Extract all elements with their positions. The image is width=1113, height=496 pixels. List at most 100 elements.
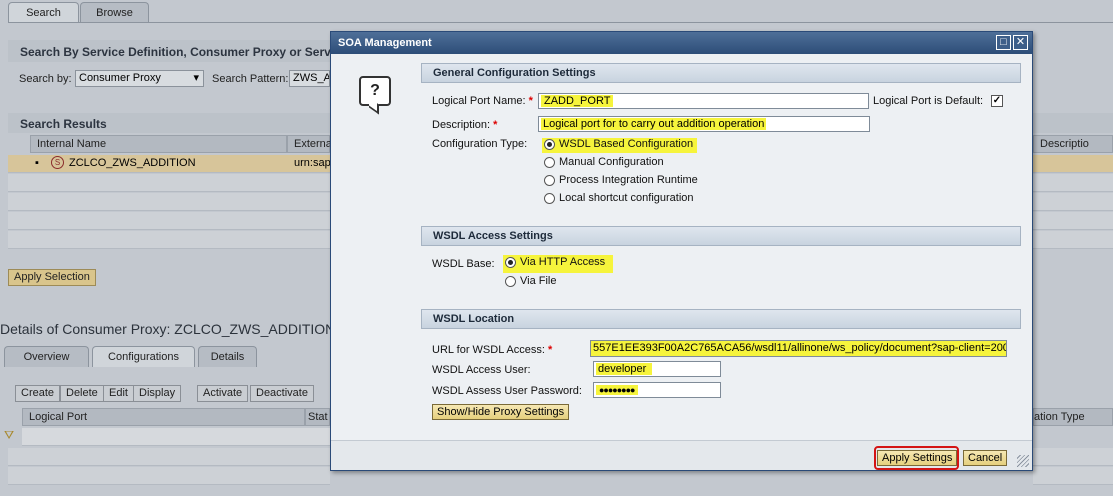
radio-button: [544, 156, 555, 168]
cancel-button[interactable]: Cancel: [963, 450, 1008, 466]
close-icon[interactable]: ✕: [1013, 35, 1028, 50]
table-row[interactable]: [8, 448, 330, 466]
column-external[interactable]: Externa: [287, 135, 332, 153]
description-value: Logical port for to carry out addition o…: [541, 118, 767, 130]
radio-label: Via File: [520, 275, 557, 288]
wsdl-access-header: WSDL Access Settings: [421, 226, 1021, 246]
table-row[interactable]: [8, 193, 330, 211]
search-by-select[interactable]: Consumer Proxy ▾: [75, 70, 204, 87]
tab-overview[interactable]: Overview: [4, 346, 89, 367]
configuration-type-label: Configuration Type:: [432, 138, 528, 150]
table-row[interactable]: [1033, 212, 1113, 230]
radio-button: [544, 174, 555, 186]
column-configuration-type[interactable]: ation Type: [1033, 408, 1113, 426]
radio-label: Manual Configuration: [559, 156, 664, 169]
default-label: Logical Port is Default:: [873, 95, 984, 107]
bullet-icon: ▪: [35, 157, 39, 169]
column-description[interactable]: Descriptio: [1033, 135, 1113, 153]
user-value: developer: [596, 363, 653, 375]
radio-wsdl-based[interactable]: WSDL Based Configuration: [542, 138, 698, 153]
search-panel-title: Search By Service Definition, Consumer P…: [20, 45, 348, 59]
radio-local-shortcut[interactable]: Local shortcut configuration: [544, 192, 694, 206]
table-row[interactable]: [1033, 231, 1113, 249]
edit-button[interactable]: Edit: [103, 385, 134, 402]
search-by-label: Search by:: [19, 73, 72, 85]
required-mark: *: [493, 119, 498, 131]
required-mark: *: [547, 344, 553, 356]
column-logical-port[interactable]: Logical Port: [22, 408, 305, 426]
password-label: WSDL Assess User Password:: [432, 385, 582, 397]
radio-button: [544, 138, 555, 150]
logical-port-value: ZADD_PORT: [541, 95, 614, 107]
dialog-title-bar[interactable]: SOA Management: [331, 32, 1032, 54]
user-label: WSDL Access User:: [432, 364, 531, 376]
search-by-value: Consumer Proxy: [79, 72, 161, 84]
activate-button[interactable]: Activate: [197, 385, 249, 402]
password-value: ●●●●●●●●: [596, 385, 638, 395]
tab-configurations[interactable]: Configurations: [92, 346, 195, 367]
logical-port-input[interactable]: ZADD_PORT: [538, 93, 869, 109]
default-checkbox[interactable]: ✓: [991, 95, 1003, 107]
chevron-down-icon: ▾: [193, 72, 199, 84]
radio-label: Via HTTP Access: [520, 256, 606, 269]
tab-strip-divider: [8, 22, 1113, 23]
tab-browse[interactable]: Browse: [80, 2, 149, 23]
display-button[interactable]: Display: [133, 385, 182, 402]
radio-via-file[interactable]: Via File: [505, 275, 556, 289]
radio-via-http[interactable]: Via HTTP Access: [503, 255, 614, 273]
url-label: URL for WSDL Access: *: [432, 344, 553, 356]
maximize-icon[interactable]: □: [996, 35, 1011, 50]
help-question-icon: ?: [359, 76, 391, 106]
radio-label: Local shortcut configuration: [559, 192, 694, 205]
radio-button: [544, 192, 555, 204]
radio-process-integration[interactable]: Process Integration Runtime: [544, 174, 698, 188]
radio-manual[interactable]: Manual Configuration: [544, 156, 664, 170]
filter-icon[interactable]: ⛛: [4, 428, 20, 446]
apply-selection-button[interactable]: Apply Selection: [8, 269, 96, 286]
results-panel-title: Search Results: [20, 117, 107, 131]
user-input[interactable]: developer: [593, 361, 721, 377]
search-pattern-label: Search Pattern:: [212, 73, 289, 85]
password-input[interactable]: ●●●●●●●●: [593, 382, 721, 398]
delete-button[interactable]: Delete: [60, 385, 104, 402]
description-input[interactable]: Logical port for to carry out addition o…: [538, 116, 870, 132]
service-icon: S: [51, 156, 64, 169]
table-row[interactable]: [8, 231, 330, 249]
search-pattern-input[interactable]: ZWS_A: [289, 70, 330, 87]
description-label: Description: *: [432, 119, 498, 131]
radio-button: [505, 256, 516, 268]
table-row[interactable]: [8, 174, 330, 192]
required-mark: *: [528, 95, 533, 107]
column-status[interactable]: Stat: [305, 408, 330, 426]
wsdl-location-header: WSDL Location: [421, 309, 1021, 329]
show-hide-proxy-button[interactable]: Show/Hide Proxy Settings: [432, 404, 570, 420]
url-input[interactable]: 557E1EE393F00A2C765ACA56/wsdl11/allinone…: [590, 340, 1007, 357]
table-row-right[interactable]: [1033, 155, 1113, 173]
general-settings-header: General Configuration Settings: [421, 63, 1021, 83]
radio-button: [505, 275, 516, 287]
row-internal-name: ZCLCO_ZWS_ADDITION: [69, 157, 196, 169]
resize-grip-icon[interactable]: [1017, 455, 1029, 467]
table-row[interactable]: [1033, 467, 1113, 485]
table-row[interactable]: [1033, 193, 1113, 211]
apply-settings-button[interactable]: Apply Settings: [877, 450, 958, 466]
tab-details[interactable]: Details: [198, 346, 257, 367]
details-title: Details of Consumer Proxy: ZCLCO_ZWS_ADD…: [0, 321, 336, 337]
create-button[interactable]: Create: [15, 385, 61, 402]
logical-port-label: Logical Port Name: *: [432, 95, 533, 107]
radio-label: Process Integration Runtime: [559, 174, 698, 187]
table-row[interactable]: [1033, 174, 1113, 192]
dialog-title: SOA Management: [338, 37, 432, 49]
wsdl-base-label: WSDL Base:: [432, 258, 495, 270]
column-internal-name[interactable]: Internal Name: [30, 135, 287, 153]
filter-row[interactable]: [22, 428, 330, 446]
row-external: urn:sap: [294, 157, 331, 169]
deactivate-button[interactable]: Deactivate: [250, 385, 314, 402]
soa-management-dialog: SOA Management □ ✕ ? General Configurati…: [330, 31, 1033, 471]
radio-label: WSDL Based Configuration: [559, 138, 694, 151]
table-row[interactable]: [8, 467, 330, 485]
table-row[interactable]: ▪ S ZCLCO_ZWS_ADDITION urn:sap: [8, 155, 331, 173]
table-row[interactable]: [8, 212, 330, 230]
table-row[interactable]: [1033, 448, 1113, 466]
tab-search[interactable]: Search: [8, 2, 79, 23]
